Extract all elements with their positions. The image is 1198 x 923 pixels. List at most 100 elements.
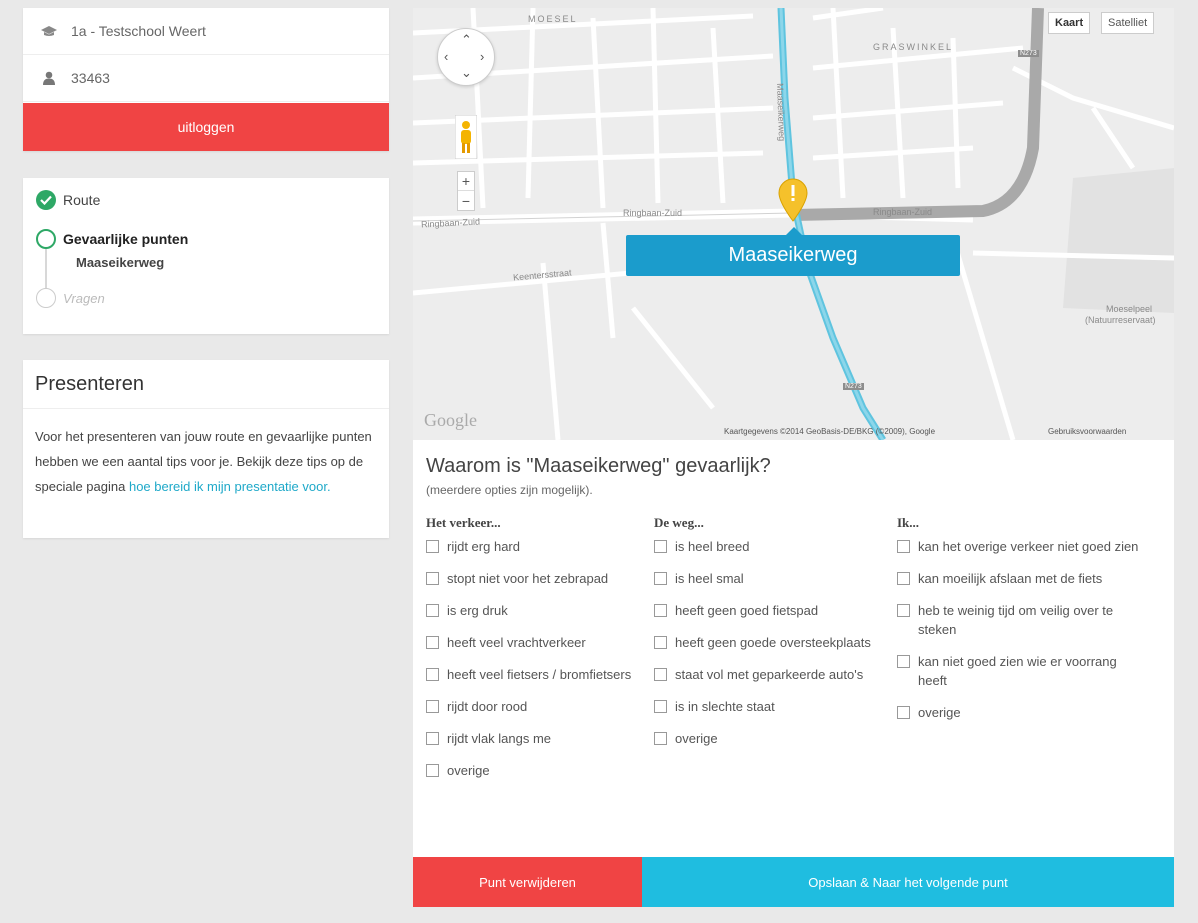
map-label: MOESEL bbox=[528, 14, 578, 24]
pan-left-icon[interactable]: ‹ bbox=[444, 49, 448, 64]
option-label[interactable]: is in slechte staat bbox=[675, 697, 775, 716]
option-label[interactable]: stopt niet voor het zebrapad bbox=[447, 569, 608, 588]
option-checkbox[interactable]: rijdt door rood bbox=[426, 697, 641, 716]
option-label[interactable]: heeft geen goed fietspad bbox=[675, 601, 818, 620]
checkbox[interactable] bbox=[897, 572, 910, 585]
option-label[interactable]: rijdt vlak langs me bbox=[447, 729, 551, 748]
map-type-satellite-button[interactable]: Satelliet bbox=[1101, 12, 1155, 34]
option-label[interactable]: rijdt erg hard bbox=[447, 537, 520, 556]
option-checkbox[interactable]: rijdt vlak langs me bbox=[426, 729, 641, 748]
delete-point-button[interactable]: Punt verwijderen bbox=[413, 857, 642, 907]
steps-connector bbox=[45, 246, 47, 290]
map-type-map-button[interactable]: Kaart bbox=[1048, 12, 1091, 34]
divider bbox=[23, 408, 389, 409]
pan-up-icon[interactable]: ⌃ bbox=[461, 32, 472, 48]
option-label[interactable]: overige bbox=[918, 703, 961, 722]
checkbox[interactable] bbox=[654, 668, 667, 681]
option-checkbox[interactable]: heeft geen goede oversteekplaats bbox=[654, 633, 884, 652]
map[interactable]: MOESEL GRASWINKEL Ringbaan-Zuid Ringbaan… bbox=[413, 8, 1174, 440]
checkbox[interactable] bbox=[426, 764, 439, 777]
checkbox[interactable] bbox=[897, 604, 910, 617]
option-label[interactable]: rijdt door rood bbox=[447, 697, 527, 716]
checkbox[interactable] bbox=[654, 604, 667, 617]
present-text: Voor het presenteren van jouw route en g… bbox=[35, 424, 380, 499]
zoom-in-button[interactable]: + bbox=[458, 172, 474, 191]
option-checkbox[interactable]: heeft veel fietsers / bromfietsers bbox=[426, 665, 641, 684]
warning-marker-icon[interactable] bbox=[777, 178, 809, 222]
step-current-icon bbox=[36, 229, 56, 249]
option-label[interactable]: heeft veel vrachtverkeer bbox=[447, 633, 586, 652]
map-terms-link[interactable]: Gebruiksvoorwaarden bbox=[1048, 427, 1126, 436]
checkbox[interactable] bbox=[426, 540, 439, 553]
street-view-pegman-icon[interactable] bbox=[455, 115, 477, 159]
present-tips-link[interactable]: hoe bereid ik mijn presentatie voor. bbox=[129, 479, 331, 494]
map-label: (Natuurreservaat) bbox=[1085, 315, 1156, 325]
option-checkbox[interactable]: overige bbox=[654, 729, 884, 748]
option-checkbox[interactable]: heb te weinig tijd om veilig over te ste… bbox=[897, 601, 1147, 639]
option-checkbox[interactable]: is in slechte staat bbox=[654, 697, 884, 716]
pan-control[interactable]: ⌃ ‹ › ⌄ bbox=[437, 28, 495, 86]
options-column-road: De weg... is heel breed is heel smal hee… bbox=[654, 515, 884, 761]
road-number-badge: N273 bbox=[843, 383, 864, 390]
column-heading: Ik... bbox=[897, 515, 920, 530]
step-questions-label: Vragen bbox=[63, 290, 105, 306]
option-checkbox[interactable]: kan het overige verkeer niet goed zien bbox=[897, 537, 1147, 556]
option-label[interactable]: kan het overige verkeer niet goed zien bbox=[918, 537, 1138, 556]
option-label[interactable]: heeft veel fietsers / bromfietsers bbox=[447, 665, 631, 684]
option-checkbox[interactable]: stopt niet voor het zebrapad bbox=[426, 569, 641, 588]
option-label[interactable]: heb te weinig tijd om veilig over te ste… bbox=[918, 601, 1147, 639]
checkbox[interactable] bbox=[426, 700, 439, 713]
logout-button[interactable]: uitloggen bbox=[23, 103, 389, 151]
checkbox[interactable] bbox=[654, 572, 667, 585]
checkbox[interactable] bbox=[897, 540, 910, 553]
danger-question-panel: Waarom is "Maaseikerweg" gevaarlijk? (me… bbox=[413, 440, 1174, 857]
step-danger-points[interactable]: Gevaarlijke punten bbox=[36, 229, 188, 249]
option-checkbox[interactable]: is heel smal bbox=[654, 569, 884, 588]
save-next-point-button[interactable]: Opslaan & Naar het volgende punt bbox=[642, 857, 1174, 907]
step-danger-label: Gevaarlijke punten bbox=[63, 231, 189, 247]
user-icon bbox=[37, 71, 61, 85]
map-label: Moeselpeel bbox=[1106, 304, 1153, 314]
option-label[interactable]: is heel breed bbox=[675, 537, 749, 556]
checkbox[interactable] bbox=[426, 604, 439, 617]
option-checkbox[interactable]: kan moeilijk afslaan met de fiets bbox=[897, 569, 1147, 588]
user-card: 1a - Testschool Weert 33463 uitloggen bbox=[23, 8, 389, 151]
option-label[interactable]: overige bbox=[675, 729, 718, 748]
checkbox[interactable] bbox=[897, 655, 910, 668]
pan-down-icon[interactable]: ⌄ bbox=[461, 65, 472, 81]
step-danger-current-point[interactable]: Maaseikerweg bbox=[76, 255, 164, 270]
checkbox[interactable] bbox=[426, 668, 439, 681]
check-icon bbox=[36, 190, 56, 210]
zoom-out-button[interactable]: − bbox=[458, 191, 474, 210]
step-route[interactable]: Route bbox=[36, 190, 100, 210]
option-checkbox[interactable]: heeft geen goed fietspad bbox=[654, 601, 884, 620]
pan-right-icon[interactable]: › bbox=[480, 49, 484, 64]
step-pending-icon bbox=[36, 288, 56, 308]
checkbox[interactable] bbox=[897, 706, 910, 719]
option-label[interactable]: staat vol met geparkeerde auto's bbox=[675, 665, 863, 684]
checkbox[interactable] bbox=[654, 636, 667, 649]
checkbox[interactable] bbox=[426, 636, 439, 649]
option-label[interactable]: kan moeilijk afslaan met de fiets bbox=[918, 569, 1102, 588]
option-checkbox[interactable]: heeft veel vrachtverkeer bbox=[426, 633, 641, 652]
option-label[interactable]: kan niet goed zien wie er voorrang heeft bbox=[918, 652, 1147, 690]
option-label[interactable]: is erg druk bbox=[447, 601, 508, 620]
option-label[interactable]: is heel smal bbox=[675, 569, 744, 588]
option-checkbox[interactable]: overige bbox=[897, 703, 1147, 722]
question-title: Waarom is "Maaseikerweg" gevaarlijk? bbox=[426, 455, 771, 477]
checkbox[interactable] bbox=[654, 540, 667, 553]
road-number-badge: N273 bbox=[1018, 50, 1039, 57]
option-checkbox[interactable]: is heel breed bbox=[654, 537, 884, 556]
option-checkbox[interactable]: staat vol met geparkeerde auto's bbox=[654, 665, 884, 684]
option-checkbox[interactable]: is erg druk bbox=[426, 601, 641, 620]
option-checkbox[interactable]: rijdt erg hard bbox=[426, 537, 641, 556]
checkbox[interactable] bbox=[426, 732, 439, 745]
checkbox[interactable] bbox=[654, 700, 667, 713]
checkbox[interactable] bbox=[426, 572, 439, 585]
option-checkbox[interactable]: overige bbox=[426, 761, 641, 780]
option-checkbox[interactable]: kan niet goed zien wie er voorrang heeft bbox=[897, 652, 1147, 690]
option-label[interactable]: overige bbox=[447, 761, 490, 780]
step-route-label: Route bbox=[63, 192, 101, 208]
option-label[interactable]: heeft geen goede oversteekplaats bbox=[675, 633, 871, 652]
checkbox[interactable] bbox=[654, 732, 667, 745]
